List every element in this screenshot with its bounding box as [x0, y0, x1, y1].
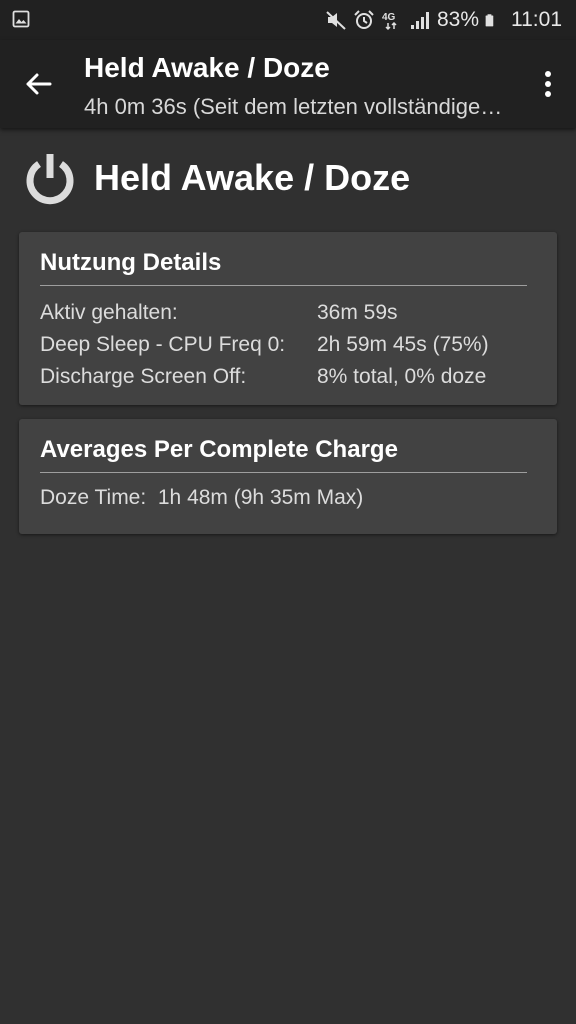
app-subtitle: 4h 0m 36s (Seit dem letzten vollständige… — [84, 94, 512, 119]
clock: 11:01 — [511, 8, 562, 31]
status-bar: 4G 83% 11:01 — [0, 0, 576, 40]
app-bar: Held Awake / Doze 4h 0m 36s (Seit dem le… — [0, 40, 576, 128]
page-title: Held Awake / Doze — [94, 157, 411, 198]
averages-card: Averages Per Complete Charge Doze Time: … — [19, 419, 557, 534]
battery-percent: 83% — [436, 8, 479, 31]
app-title: Held Awake / Doze — [84, 52, 330, 83]
image-icon — [12, 10, 30, 28]
mute-icon — [326, 11, 346, 30]
more-vert-icon[interactable] — [544, 70, 552, 98]
detail-value: 8% total, 0% doze — [317, 365, 487, 388]
arrow-back-icon[interactable] — [24, 70, 52, 98]
usage-details-card: Nutzung Details Aktiv gehalten: 36m 59s … — [19, 232, 557, 405]
status-icons: 4G 83% 11:01 — [325, 0, 562, 40]
power-icon — [26, 154, 74, 205]
detail-label: Discharge Screen Off: — [40, 365, 247, 388]
detail-label: Deep Sleep - CPU Freq 0: — [40, 333, 286, 356]
battery-icon — [485, 14, 494, 27]
detail-value: 36m 59s — [317, 301, 398, 324]
detail-value: 2h 59m 45s (75%) — [317, 333, 489, 356]
card-title: Averages Per Complete Charge — [40, 436, 398, 463]
card-title: Nutzung Details — [40, 249, 222, 276]
card-divider — [40, 472, 527, 473]
averages-label: Doze Time: — [40, 486, 147, 509]
page-header: Held Awake / Doze — [22, 146, 410, 210]
averages-value: 1h 48m (9h 35m Max) — [157, 486, 364, 509]
signal-icon — [410, 12, 429, 29]
averages-row: Doze Time: 1h 48m (9h 35m Max) — [40, 486, 363, 510]
alarm-icon — [354, 10, 374, 29]
network-label: 4G — [382, 12, 396, 23]
overflow-menu-button[interactable] — [532, 60, 564, 108]
card-divider — [40, 285, 527, 286]
detail-label: Aktiv gehalten: — [40, 301, 178, 324]
back-button[interactable] — [14, 60, 62, 108]
network-4g-icon: 4G — [382, 12, 397, 31]
